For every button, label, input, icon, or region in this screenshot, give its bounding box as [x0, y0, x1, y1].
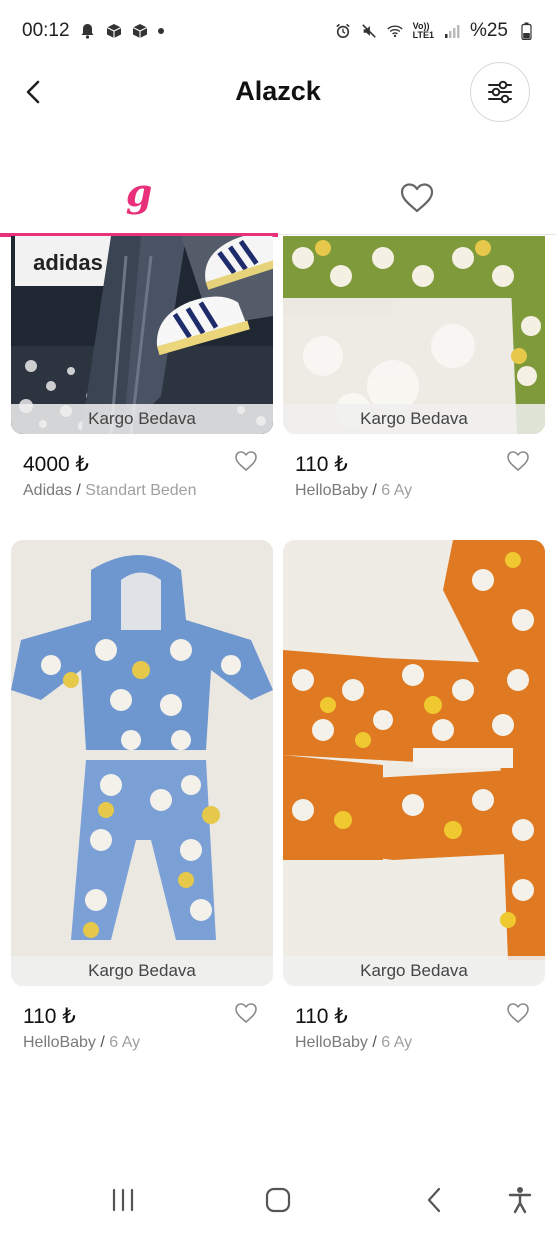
- meta-separator: /: [76, 482, 81, 499]
- product-price: 110 ₺: [23, 1005, 76, 1028]
- battery-icon: [518, 22, 534, 40]
- product-meta: HelloBaby / 6 Ay: [295, 1034, 412, 1052]
- status-right: Vo)) LTE1 %25: [335, 20, 534, 42]
- product-image[interactable]: adidas Kargo Bedava: [11, 236, 273, 434]
- mute-icon: [361, 23, 377, 39]
- system-nav-bar: [0, 1160, 556, 1235]
- free-shipping-label: Kargo Bedava: [283, 404, 545, 434]
- package-icon: [106, 23, 122, 39]
- product-image[interactable]: Kargo Bedava: [11, 540, 273, 986]
- heart-outline-icon: [400, 182, 434, 212]
- free-shipping-label: Kargo Bedava: [11, 956, 273, 986]
- header: Alazck: [0, 62, 556, 124]
- alarm-icon: [335, 23, 351, 39]
- product-meta: HelloBaby / 6 Ay: [295, 482, 412, 500]
- system-back-button[interactable]: [415, 1180, 455, 1220]
- more-notifications-dot: [157, 28, 164, 34]
- product-meta: Adidas / Standart Beden: [23, 482, 196, 500]
- product-brand: HelloBaby: [23, 1034, 96, 1051]
- tab-favorites[interactable]: [278, 160, 556, 235]
- sliders-icon: [488, 80, 512, 104]
- product-size: 6 Ay: [381, 482, 413, 499]
- product-card[interactable]: adidas Kargo Bedava 4000 ₺ Adidas / Stan…: [11, 236, 273, 516]
- favorite-button[interactable]: [233, 1000, 259, 1026]
- meta-separator: /: [100, 1034, 105, 1051]
- lte-bottom: LTE1: [412, 30, 434, 40]
- product-card[interactable]: Kargo Bedava 110 ₺ HelloBaby / 6 Ay: [11, 540, 273, 1060]
- product-brand: HelloBaby: [295, 1034, 368, 1051]
- product-size: 6 Ay: [109, 1034, 141, 1051]
- product-meta: HelloBaby / 6 Ay: [23, 1034, 140, 1052]
- lte-indicator: Vo)) LTE1: [413, 22, 434, 40]
- status-left: 00:12: [22, 20, 164, 42]
- favorite-button[interactable]: [505, 448, 531, 474]
- home-button[interactable]: [258, 1180, 298, 1220]
- product-card[interactable]: Kargo Bedava 110 ₺ HelloBaby / 6 Ay: [283, 236, 545, 516]
- recent-apps-icon: [112, 1188, 134, 1212]
- product-grid: adidas Kargo Bedava 4000 ₺ Adidas / Stan…: [0, 236, 556, 1136]
- product-price: 110 ₺: [295, 1005, 348, 1028]
- home-icon: [265, 1187, 291, 1213]
- tab-all-products[interactable]: g: [0, 160, 278, 237]
- recent-apps-button[interactable]: [103, 1180, 143, 1220]
- product-brand: Adidas: [23, 482, 72, 499]
- blue-baby-pajama-set-photo: [11, 540, 273, 986]
- wifi-icon: [386, 23, 403, 39]
- product-brand: HelloBaby: [295, 482, 368, 499]
- brand-logo-icon: g: [125, 170, 153, 215]
- filter-button[interactable]: [470, 62, 530, 122]
- free-shipping-label: Kargo Bedava: [11, 404, 273, 434]
- tab-bar: g: [0, 160, 556, 237]
- accessibility-button[interactable]: [500, 1180, 540, 1220]
- product-size: 6 Ay: [381, 1034, 413, 1051]
- notification-bell-icon: [80, 23, 96, 39]
- accessibility-icon: [508, 1187, 532, 1214]
- orange-baby-pajama-photo: [283, 540, 545, 986]
- product-image[interactable]: Kargo Bedava: [283, 236, 545, 434]
- favorite-button[interactable]: [505, 1000, 531, 1026]
- svg-text:adidas: adidas: [33, 250, 103, 275]
- product-card[interactable]: Kargo Bedava 110 ₺ HelloBaby / 6 Ay: [283, 540, 545, 1060]
- back-icon: [427, 1187, 441, 1213]
- meta-separator: /: [372, 1034, 377, 1051]
- status-bar: 00:12 Vo)) LTE1 %25: [0, 0, 556, 62]
- heart-outline-icon: [235, 1003, 257, 1023]
- heart-outline-icon: [507, 1003, 529, 1023]
- meta-separator: /: [372, 482, 377, 499]
- product-price: 4000 ₺: [23, 453, 89, 476]
- product-price: 110 ₺: [295, 453, 348, 476]
- free-shipping-label: Kargo Bedava: [283, 956, 545, 986]
- product-image[interactable]: Kargo Bedava: [283, 540, 545, 986]
- battery-percentage: %25: [469, 20, 508, 41]
- package-icon: [132, 23, 148, 39]
- heart-outline-icon: [235, 451, 257, 471]
- signal-icon: [444, 23, 460, 39]
- favorite-button[interactable]: [233, 448, 259, 474]
- product-size: Standart Beden: [85, 482, 197, 499]
- status-time: 00:12: [22, 20, 70, 41]
- heart-outline-icon: [507, 451, 529, 471]
